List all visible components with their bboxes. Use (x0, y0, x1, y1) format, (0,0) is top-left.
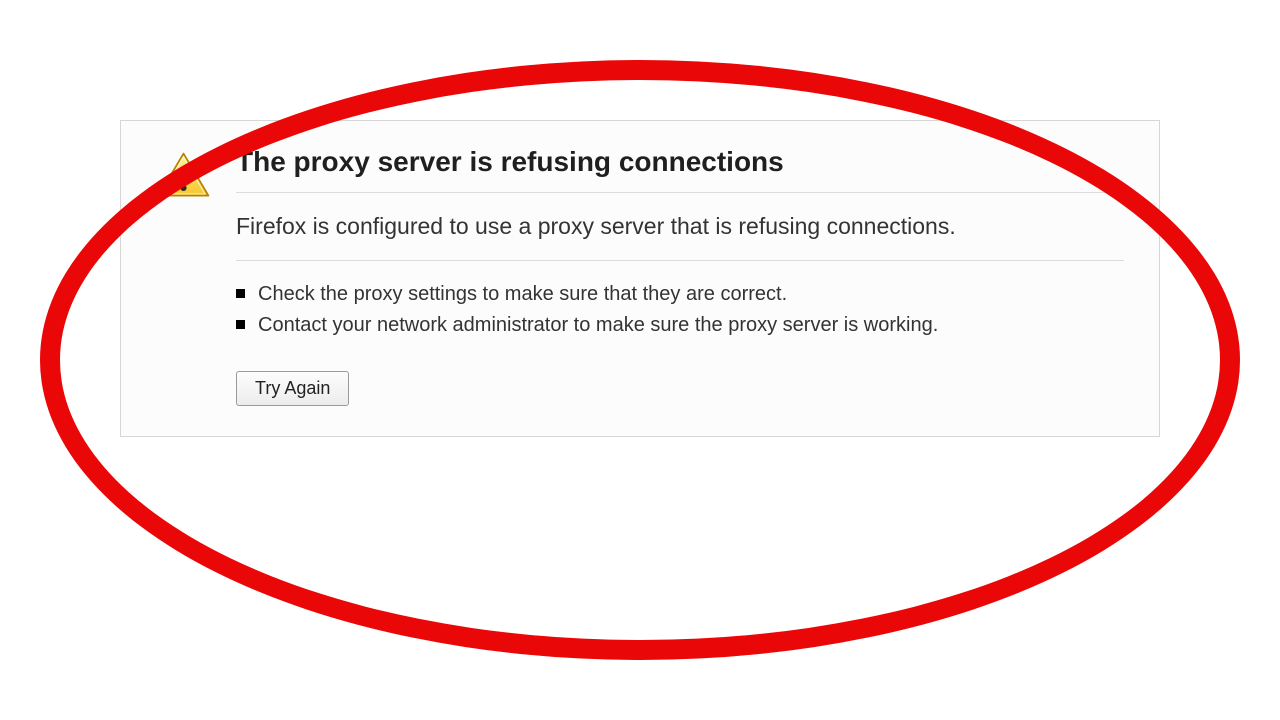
warning-icon (156, 150, 211, 200)
try-again-button[interactable]: Try Again (236, 371, 349, 406)
list-item: Contact your network administrator to ma… (236, 310, 1124, 341)
list-item: Check the proxy settings to make sure th… (236, 279, 1124, 310)
error-tips-list: Check the proxy settings to make sure th… (236, 279, 1124, 341)
error-panel: The proxy server is refusing connections… (120, 120, 1160, 437)
error-subtitle: Firefox is configured to use a proxy ser… (236, 211, 1124, 242)
divider (236, 260, 1124, 261)
divider (236, 192, 1124, 193)
error-title: The proxy server is refusing connections (236, 146, 1124, 178)
